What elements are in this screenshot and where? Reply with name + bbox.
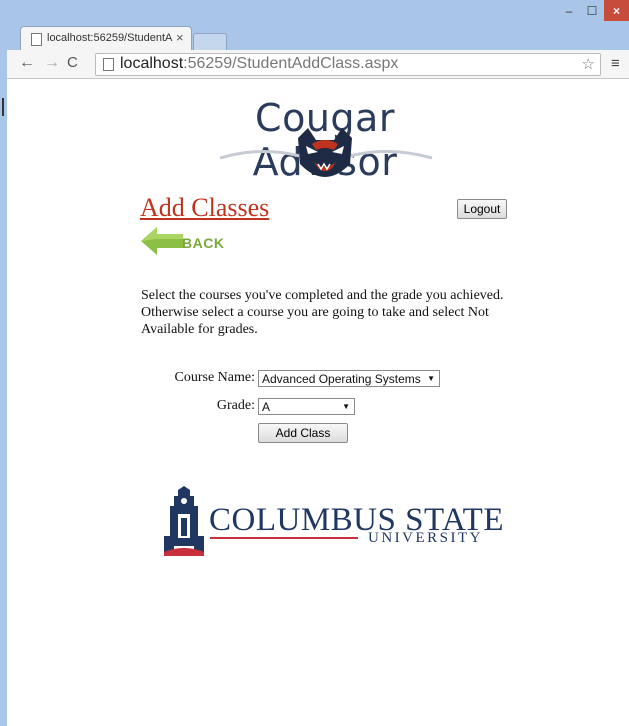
add-class-button[interactable]: Add Class (258, 423, 348, 443)
logout-button[interactable]: Logout (457, 199, 507, 219)
page-title: Add Classes (140, 193, 270, 222)
new-tab-button[interactable] (193, 33, 227, 51)
cougar-mascot-icon (219, 128, 433, 177)
dropdown-arrow-icon: ▼ (342, 402, 350, 411)
window-border (0, 50, 7, 726)
page-icon (103, 58, 114, 71)
instructions-text: Select the courses you've completed and … (141, 288, 504, 337)
reload-icon[interactable]: C (67, 54, 78, 71)
address-bar[interactable]: localhost:56259/StudentAddClass.aspx ☆ (95, 53, 601, 76)
grade-label: Grade: (216, 398, 255, 413)
back-label: BACK (182, 235, 225, 251)
minimize-icon[interactable]: – (558, 0, 580, 21)
forward-arrow-icon[interactable]: → (44, 54, 60, 72)
tab-close-icon[interactable]: × (176, 30, 184, 45)
cougar-advisor-logo: Cougar Advisor (200, 96, 450, 186)
window-close-icon[interactable]: × (604, 0, 629, 21)
university-subtitle: UNIVERSITY (368, 530, 483, 546)
back-arrow-icon (141, 227, 183, 255)
browser-toolbar: ← → C localhost:56259/StudentAddClass.as… (7, 50, 629, 79)
logo-rule (210, 537, 358, 539)
course-name-value: Advanced Operating Systems (262, 372, 421, 386)
columbus-state-logo: COLUMBUS STATE UNIVERSITY (162, 486, 503, 558)
menu-icon[interactable]: ≡ (611, 55, 620, 72)
grade-value: A (262, 400, 271, 414)
page-viewport: Cougar Advisor Add Classes Logout BACK S… (7, 79, 629, 726)
maximize-icon[interactable]: ☐ (581, 0, 603, 21)
browser-tab[interactable]: localhost:56259/StudentA × (20, 26, 192, 51)
back-arrow-icon[interactable]: ← (19, 54, 35, 72)
url-text[interactable]: localhost:56259/StudentAddClass.aspx (120, 55, 398, 73)
browser-titlebar: localhost:56259/StudentA × – ☐ × (0, 0, 629, 51)
star-icon[interactable]: ☆ (582, 55, 595, 73)
page-icon (31, 33, 42, 46)
back-button[interactable]: BACK (139, 225, 239, 260)
dropdown-arrow-icon: ▼ (427, 374, 435, 383)
tab-title: localhost:56259/StudentA (47, 32, 173, 44)
course-name-select[interactable]: Advanced Operating Systems ▼ (258, 370, 440, 387)
clock-tower-icon (164, 486, 204, 556)
course-name-label: Course Name: (174, 370, 255, 385)
grade-select[interactable]: A ▼ (258, 398, 355, 415)
